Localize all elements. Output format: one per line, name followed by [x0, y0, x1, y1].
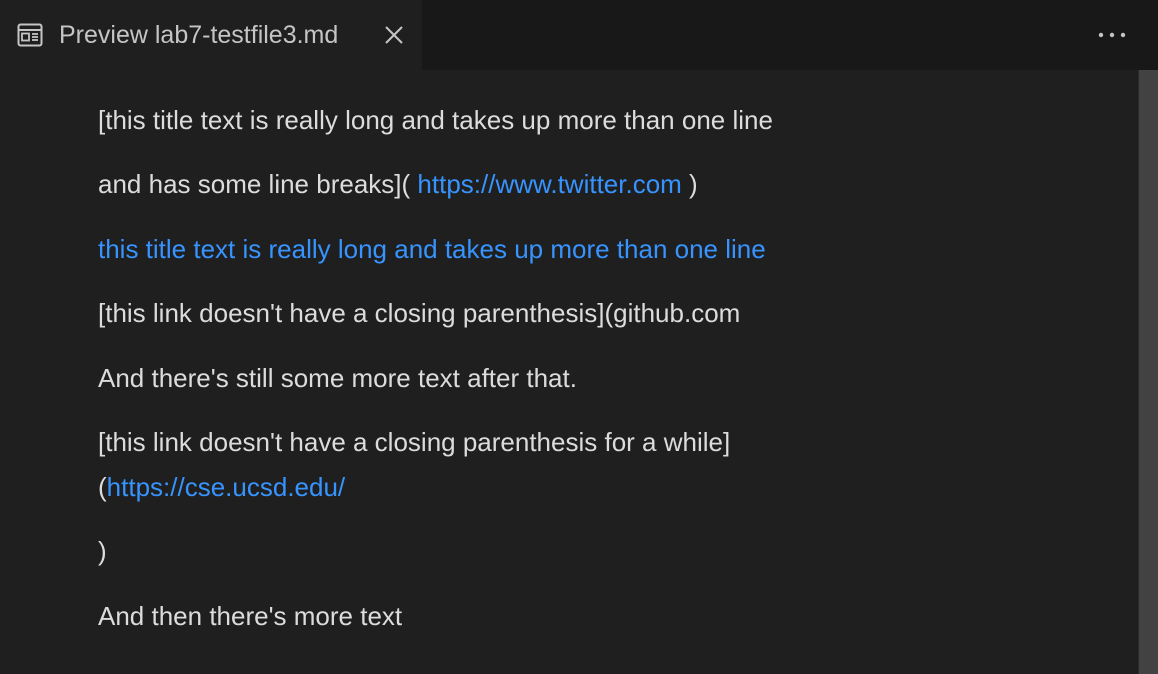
- text-segment: (: [98, 472, 107, 502]
- title-link[interactable]: this title text is really long and takes…: [98, 234, 766, 264]
- close-icon[interactable]: [383, 24, 405, 46]
- scrollbar-thumb[interactable]: [1139, 70, 1158, 674]
- paragraph-line-2: and has some line breaks]( https://www.t…: [98, 168, 698, 200]
- tab-preview[interactable]: Preview lab7-testfile3.md: [0, 0, 422, 70]
- vertical-scrollbar[interactable]: [1138, 70, 1158, 674]
- tab-title: Preview lab7-testfile3.md: [59, 21, 339, 49]
- paragraph-line-3: this title text is really long and takes…: [98, 233, 766, 265]
- twitter-link[interactable]: https://www.twitter.com: [417, 169, 681, 199]
- text-segment: ): [689, 169, 698, 199]
- more-actions-icon[interactable]: [1094, 22, 1130, 48]
- paragraph-line-1: [this title text is really long and take…: [98, 105, 773, 135]
- preview-content[interactable]: [this title text is really long and take…: [0, 70, 1138, 674]
- text-segment: and has some line breaks](: [98, 169, 411, 199]
- paragraph-line-8: ): [98, 536, 107, 566]
- markdown-preview-window: Preview lab7-testfile3.md [this title te…: [0, 0, 1158, 674]
- paragraph-line-4: [this link doesn't have a closing parent…: [98, 298, 741, 328]
- ucsd-link[interactable]: https://cse.ucsd.edu/: [107, 472, 345, 502]
- editor-tab-bar: Preview lab7-testfile3.md: [0, 0, 1158, 70]
- paragraph-line-5: And there's still some more text after t…: [98, 363, 577, 393]
- paragraph-line-9: And then there's more text: [98, 601, 403, 631]
- preview-icon: [17, 23, 43, 47]
- paragraph-line-7: (https://cse.ucsd.edu/: [98, 471, 345, 503]
- paragraph-line-6: [this link doesn't have a closing parent…: [98, 427, 731, 457]
